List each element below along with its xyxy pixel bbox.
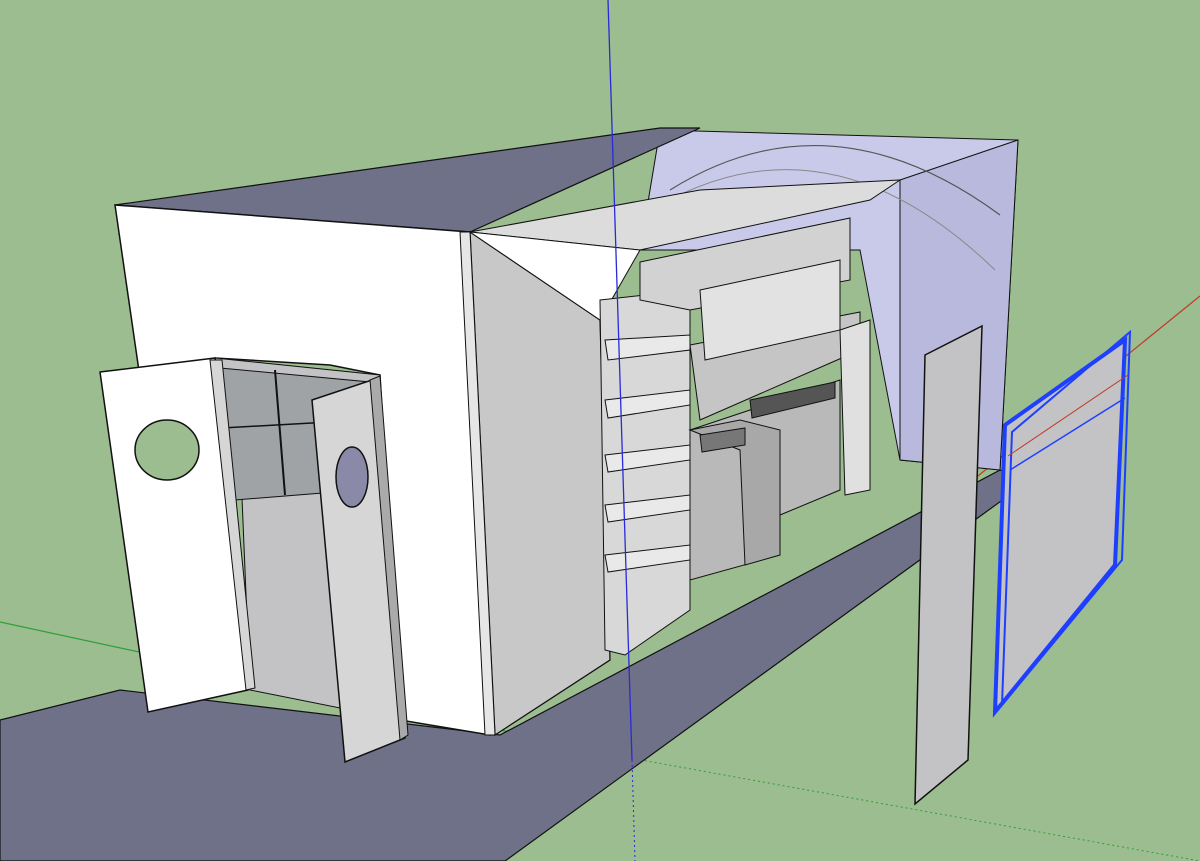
right-door-porthole <box>335 446 369 508</box>
scene-canvas[interactable] <box>0 0 1200 861</box>
shelving-unit[interactable] <box>599 289 691 656</box>
left-door-porthole <box>134 419 200 481</box>
modeling-viewport[interactable] <box>0 0 1200 861</box>
back-divider <box>839 319 871 496</box>
